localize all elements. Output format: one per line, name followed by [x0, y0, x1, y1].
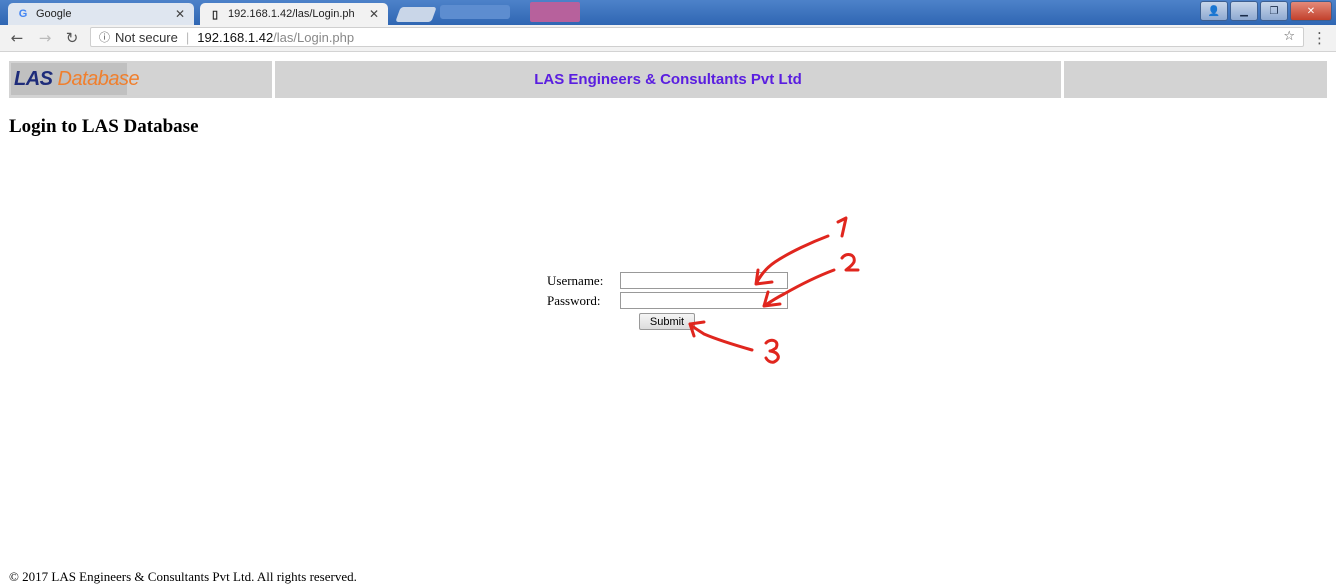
header-logo-cell: LAS Database	[9, 61, 272, 98]
url-host: 192.168.1.42	[197, 29, 274, 45]
close-icon[interactable]: ✕	[174, 7, 186, 21]
google-g-icon: G	[18, 8, 28, 20]
page-title: Login to LAS Database	[9, 116, 199, 137]
annotation-mark-3	[764, 338, 780, 364]
tab-login[interactable]: ▯ 192.168.1.42/las/Login.ph ✕	[200, 3, 388, 25]
password-label: Password:	[547, 293, 601, 308]
address-bar: ← → ↻ ⓘ Not secure | 192.168.1.42/las/Lo…	[0, 25, 1336, 52]
logo-database-text: Database	[57, 67, 140, 90]
browser-tab-strip: G Google ✕ ▯ 192.168.1.42/las/Login.ph ✕…	[0, 0, 1336, 25]
site-logo[interactable]: LAS Database	[11, 63, 140, 95]
site-header: LAS Database LAS Engineers & Consultants…	[9, 61, 1327, 98]
bookmark-star-icon[interactable]: ☆	[1283, 29, 1295, 44]
username-label: Username:	[547, 273, 604, 288]
password-input[interactable]	[620, 292, 788, 309]
restore-icon[interactable]: ❐	[1260, 1, 1288, 21]
logo-las-text: LAS	[14, 67, 53, 90]
blurred-area	[530, 2, 580, 22]
info-icon[interactable]: ⓘ	[99, 29, 110, 45]
page-icon: ▯	[211, 8, 219, 21]
header-right-cell	[1064, 61, 1327, 98]
submit-button[interactable]: Submit	[639, 313, 695, 330]
blurred-area	[440, 5, 510, 19]
annotation-mark-2	[840, 253, 860, 272]
back-arrow-icon[interactable]: ←	[8, 29, 26, 47]
security-label: Not secure	[115, 29, 178, 45]
reload-icon[interactable]: ↻	[63, 29, 81, 47]
window-controls: 👤 ▁ ❐ ✕	[1200, 1, 1332, 21]
url-field[interactable]: ⓘ Not secure | 192.168.1.42/las/Login.ph…	[90, 27, 1304, 47]
window-close-icon[interactable]: ✕	[1290, 1, 1332, 21]
url-separator: |	[185, 29, 190, 45]
tab-title: 192.168.1.42/las/Login.ph	[228, 8, 355, 20]
tab-title: Google	[36, 8, 72, 20]
annotation-mark-1	[836, 216, 848, 238]
forward-arrow-icon[interactable]: →	[36, 29, 54, 47]
user-icon[interactable]: 👤	[1200, 1, 1228, 21]
annotation-arrow-3	[688, 320, 754, 352]
minimize-icon[interactable]: ▁	[1230, 1, 1258, 21]
kebab-menu-icon[interactable]: ⋮	[1312, 29, 1327, 47]
username-input[interactable]	[620, 272, 788, 289]
close-icon[interactable]: ✕	[368, 7, 380, 21]
url-path: /las/Login.php	[273, 29, 355, 45]
company-name: LAS Engineers & Consultants Pvt Ltd	[275, 61, 1061, 98]
footer-copyright: © 2017 LAS Engineers & Consultants Pvt L…	[9, 569, 357, 584]
tab-google[interactable]: G Google ✕	[8, 3, 194, 25]
new-tab-button[interactable]	[395, 7, 437, 22]
